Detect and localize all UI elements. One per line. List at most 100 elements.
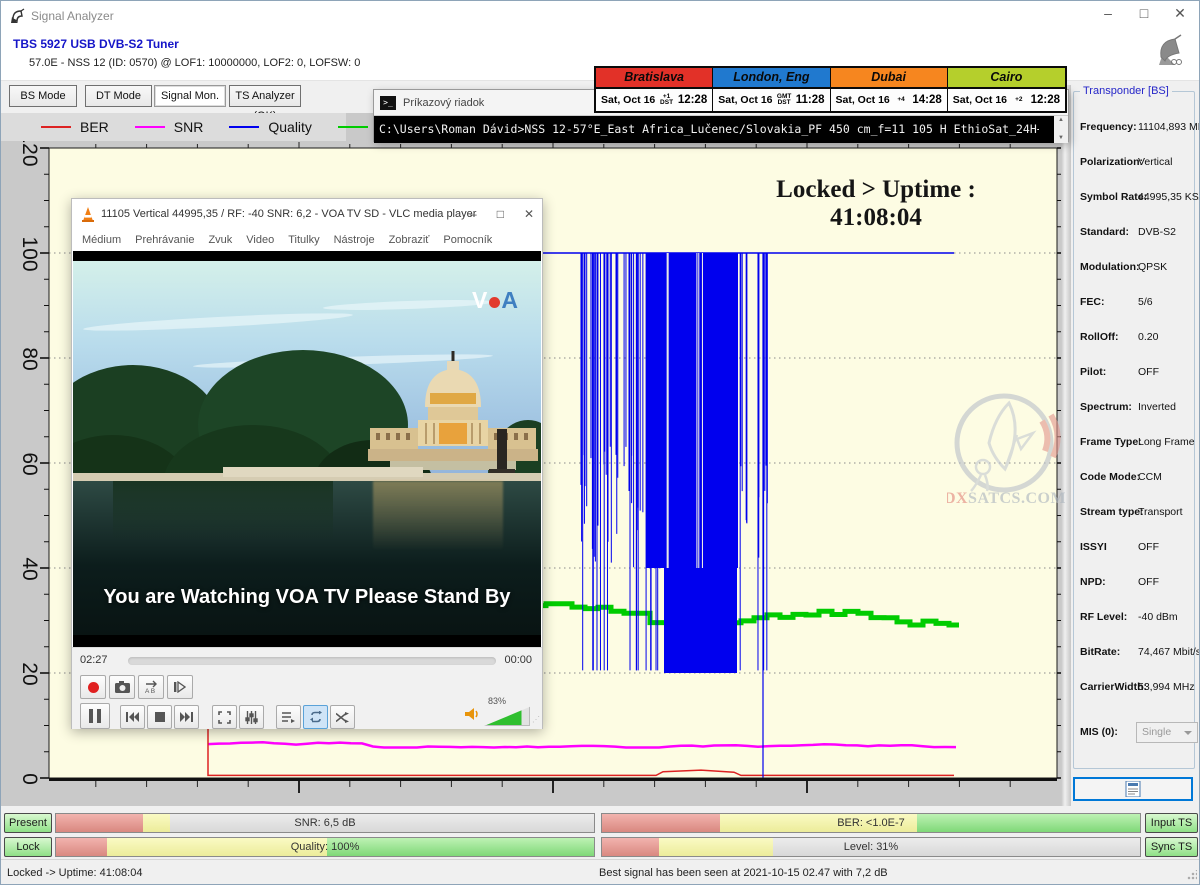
menu-tools[interactable]: Nástroje	[334, 234, 375, 246]
vlc-maximize-icon[interactable]: □	[497, 207, 504, 221]
window-controls: – □ ✕	[1097, 5, 1191, 22]
tp-label: RF Level:	[1080, 611, 1127, 623]
dt-mode-button[interactable]: DT Mode	[85, 85, 152, 107]
console-body[interactable]: C:\Users\Roman Dávid>NSS 12-57°E_East Af…	[374, 116, 1068, 143]
clock-time-cairo: Sat, Oct 16 +2 12:28	[948, 89, 1065, 111]
console-scrollbar[interactable]: ▲ ▼	[1054, 116, 1068, 143]
bs-mode-button[interactable]: BS Mode	[9, 85, 77, 107]
clock-city-dubai: Dubai	[831, 68, 948, 89]
tp-value: 74,467 Mbit/s	[1138, 646, 1200, 658]
tp-label: FEC:	[1080, 296, 1105, 308]
legend-line-icon	[338, 126, 368, 128]
vlc-resize-grip[interactable]: ⋰	[532, 715, 540, 725]
tp-label: Stream type:	[1080, 506, 1144, 518]
snapshot-button[interactable]	[109, 675, 135, 699]
tp-label: NPD:	[1080, 576, 1106, 588]
mis-label: MIS (0):	[1080, 726, 1118, 738]
vlc-minimize-icon[interactable]: –	[470, 207, 477, 221]
svg-text:60: 60	[18, 452, 41, 475]
tp-label: Standard:	[1080, 226, 1129, 238]
maximize-icon[interactable]: □	[1133, 5, 1155, 22]
chevron-down-icon	[1184, 731, 1192, 735]
mis-dropdown[interactable]: Single	[1136, 722, 1198, 743]
ab-loop-button[interactable]: A B	[138, 675, 164, 699]
menu-help[interactable]: Pomocník	[443, 234, 492, 246]
shuffle-button[interactable]	[330, 705, 355, 729]
svg-text:0: 0	[18, 773, 41, 785]
scroll-up-icon[interactable]: ▲	[1054, 116, 1068, 125]
tp-value: Inverted	[1138, 401, 1176, 413]
tp-value: 44995,35 KS/s	[1138, 191, 1200, 203]
speaker-icon[interactable]	[464, 706, 480, 722]
legend-line-icon	[41, 126, 71, 128]
transponder-sidebar: Transponder [BS] Frequency:11104,893 MHz…	[1071, 85, 1199, 806]
signal-analyzer-window: Signal Analyzer – □ ✕ TBS 5927 USB DVB-S…	[0, 0, 1200, 885]
quality-value: Quality: 100%	[56, 838, 594, 856]
frame-step-button[interactable]	[167, 675, 193, 699]
seek-slider[interactable]	[128, 657, 496, 665]
world-clocks-panel: Bratislava London, Eng Dubai Cairo Sat, …	[594, 66, 1067, 113]
elapsed-time: 02:27	[80, 654, 108, 666]
transponder-groupbox: Transponder [BS] Frequency:11104,893 MHz…	[1073, 91, 1195, 769]
vlc-window-controls: – □ ✕	[470, 199, 534, 229]
tree-reflection	[113, 481, 333, 541]
menu-medium[interactable]: Médium	[82, 234, 121, 246]
equalizer-button[interactable]	[239, 705, 264, 729]
level-bar: Level: 31%	[601, 837, 1141, 857]
tp-value: 0.20	[1138, 331, 1158, 343]
resize-grip[interactable]	[1187, 870, 1197, 880]
tp-label: Pilot:	[1080, 366, 1106, 378]
vlc-close-icon[interactable]: ✕	[524, 207, 534, 221]
loop-button[interactable]	[303, 705, 328, 729]
menu-playback[interactable]: Prehrávanie	[135, 234, 194, 246]
pool-wall-bright	[223, 467, 423, 477]
status-bar: Locked -> Uptime: 41:08:04 Best signal h…	[1, 859, 1200, 885]
menu-video[interactable]: Video	[246, 234, 274, 246]
vlc-window[interactable]: 11105 Vertical 44995,35 / RF: -40 SNR: 6…	[71, 198, 543, 729]
svg-text:80: 80	[18, 347, 41, 370]
playlist-button[interactable]	[276, 705, 301, 729]
previous-button[interactable]	[120, 705, 145, 729]
menu-view[interactable]: Zobraziť	[389, 234, 430, 246]
clock-city-bratislava: Bratislava	[596, 68, 713, 89]
legend-item: SNR	[135, 119, 204, 135]
scroll-down-icon[interactable]: ▼	[1054, 134, 1068, 143]
vlc-video-area[interactable]: You are Watching VOA TV Please Stand By …	[73, 251, 541, 647]
console-command-line: C:\Users\Roman Dávid>NSS 12-57°E_East Af…	[379, 122, 1039, 136]
svg-text:100: 100	[18, 236, 41, 271]
stop-button[interactable]	[147, 705, 172, 729]
svg-text:120: 120	[18, 141, 41, 167]
ts-info-button[interactable]	[1073, 777, 1193, 801]
svg-text:20: 20	[18, 662, 41, 685]
svg-text:A B: A B	[145, 688, 155, 694]
signal-mon-button[interactable]: Signal Mon.	[154, 85, 226, 107]
tp-value: CCM	[1138, 471, 1162, 483]
app-icon	[9, 8, 26, 25]
vlc-menubar: Médium Prehrávanie Zvuk Video Titulky Ná…	[72, 229, 542, 251]
ts-analyzer-button[interactable]: TS Analyzer (OK)	[229, 85, 301, 107]
tp-label: Code Mode:	[1080, 471, 1140, 483]
minimize-icon[interactable]: –	[1097, 5, 1119, 22]
video-subtitle: You are Watching VOA TV Please Stand By	[73, 586, 541, 609]
tp-value: 11104,893 MHz	[1138, 121, 1200, 133]
vlc-controls: 02:27 00:00 A B	[72, 647, 542, 729]
voa-dot-icon	[489, 297, 500, 308]
next-button[interactable]	[174, 705, 199, 729]
record-button[interactable]	[80, 675, 106, 699]
tp-label: Modulation:	[1080, 261, 1139, 273]
menu-audio[interactable]: Zvuk	[208, 234, 232, 246]
snr-value: SNR: 6,5 dB	[56, 814, 594, 832]
fullscreen-button[interactable]	[212, 705, 237, 729]
close-icon[interactable]: ✕	[1169, 5, 1191, 22]
pause-button[interactable]	[80, 703, 110, 729]
tp-value: OFF	[1138, 366, 1159, 378]
volume-slider[interactable]	[484, 706, 530, 726]
clock-city-cairo: Cairo	[948, 68, 1065, 89]
vlc-titlebar[interactable]: 11105 Vertical 44995,35 / RF: -40 SNR: 6…	[72, 199, 542, 229]
tp-label: ISSYI	[1080, 541, 1107, 553]
menu-subtitles[interactable]: Titulky	[288, 234, 319, 246]
status-best-signal: Best signal has been seen at 2021-10-15 …	[599, 867, 888, 879]
ber-bar: BER: <1.0E-7	[601, 813, 1141, 833]
present-indicator: Present	[4, 813, 52, 833]
lock-indicator: Lock	[4, 837, 52, 857]
